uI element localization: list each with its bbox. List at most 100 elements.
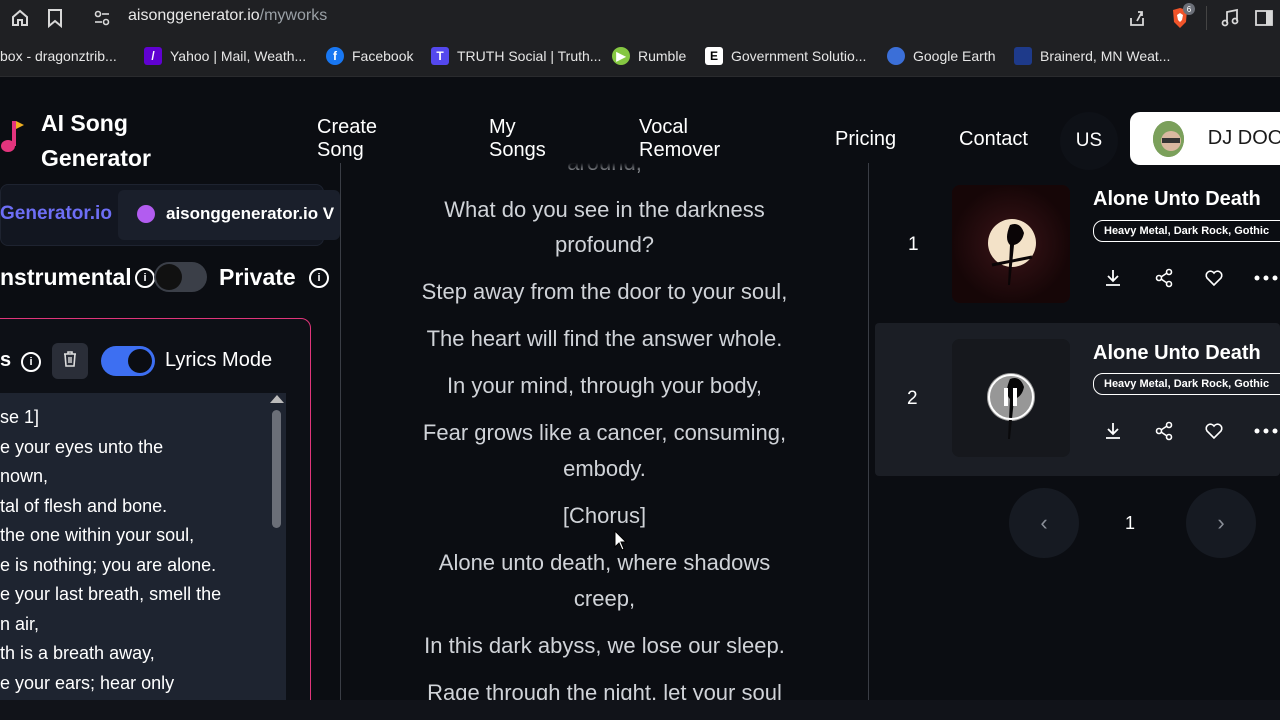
info-icon[interactable]: i bbox=[21, 352, 41, 372]
lyrics-viewer: around, What do you see in the darkness … bbox=[341, 163, 868, 700]
clear-lyrics-button[interactable] bbox=[52, 343, 88, 379]
more-icon[interactable] bbox=[1254, 266, 1278, 290]
lyrics-line: e your eyes unto the bbox=[0, 437, 164, 457]
info-icon[interactable]: i bbox=[135, 268, 155, 288]
lyrics-line: nown, bbox=[0, 466, 49, 486]
browser-toolbar: aisonggenerator.io/myworks 6 bbox=[0, 0, 1280, 36]
share-icon[interactable] bbox=[1152, 266, 1176, 290]
logo-line-2: Generator bbox=[41, 145, 151, 171]
language-selector[interactable]: US bbox=[1060, 112, 1118, 170]
nav-create-line-2: Song bbox=[317, 139, 364, 161]
nav-contact[interactable]: Contact bbox=[959, 128, 1028, 151]
lyrics-display-line: The heart will find the answer whole. bbox=[426, 326, 783, 351]
mouse-cursor-icon bbox=[614, 529, 628, 557]
nav-vocal-line-2: Remover bbox=[639, 139, 721, 161]
bookmark-item[interactable]: box - dragonztrib... bbox=[0, 36, 117, 76]
bookmark-item[interactable]: Brainerd, MN Weat... bbox=[1014, 36, 1170, 76]
tab-other-label: aisonggenerator.io V bbox=[166, 204, 335, 223]
bookmark-label: box - dragonztrib... bbox=[0, 48, 117, 64]
heart-icon[interactable] bbox=[1202, 266, 1226, 290]
toggle-knob bbox=[156, 264, 182, 290]
prev-page-button[interactable]: ‹ bbox=[1009, 488, 1079, 558]
toggle-knob bbox=[128, 349, 152, 373]
site-settings-icon[interactable] bbox=[90, 6, 114, 30]
chevron-right-icon: › bbox=[1217, 510, 1225, 535]
download-icon[interactable] bbox=[1101, 266, 1125, 290]
media-icon[interactable] bbox=[1218, 6, 1242, 30]
nav-mysongs-line-2: Songs bbox=[489, 139, 546, 161]
tab-dot-icon bbox=[137, 205, 155, 223]
pause-icon[interactable] bbox=[1004, 388, 1018, 411]
song-title[interactable]: Alone Unto Death bbox=[1093, 188, 1261, 211]
scrollbar-thumb[interactable] bbox=[272, 410, 281, 528]
nav-my-songs[interactable]: My Songs bbox=[489, 116, 546, 162]
lyrics-line: se 1] bbox=[0, 407, 40, 427]
lyrics-display-line: In this dark abyss, we lose our sleep. bbox=[424, 633, 785, 658]
avatar bbox=[1153, 120, 1184, 157]
nav-create-line-1: Create bbox=[317, 116, 378, 138]
bookmark-label: Rumble bbox=[638, 48, 687, 64]
nav-create-song[interactable]: Create Song bbox=[317, 116, 377, 162]
bookmark-label: Brainerd, MN Weat... bbox=[1040, 48, 1171, 64]
address-bar[interactable]: aisonggenerator.io/myworks bbox=[128, 7, 327, 25]
instrumental-label: nstrumental bbox=[0, 264, 132, 290]
fade-overlay bbox=[341, 163, 868, 175]
lyrics-line: the one within your soul, bbox=[0, 525, 195, 545]
sidebar-icon[interactable] bbox=[1252, 6, 1276, 30]
next-page-button[interactable]: › bbox=[1186, 488, 1256, 558]
current-page[interactable]: 1 bbox=[1125, 513, 1135, 534]
more-icon[interactable] bbox=[1254, 419, 1278, 443]
yahoo-icon: / bbox=[144, 47, 162, 65]
song-cover[interactable] bbox=[952, 185, 1070, 303]
download-icon[interactable] bbox=[1101, 419, 1125, 443]
nav-pricing[interactable]: Pricing bbox=[835, 128, 896, 151]
instrumental-toggle[interactable] bbox=[154, 262, 207, 292]
lyrics-line: e your last breath, smell the bbox=[0, 584, 222, 604]
song-title[interactable]: Alone Unto Death bbox=[1093, 342, 1261, 365]
lyrics-display-line: Alone unto death, where shadows bbox=[438, 550, 771, 575]
lyrics-label: s bbox=[0, 349, 12, 371]
nav-vocal-line-1: Vocal bbox=[639, 116, 688, 138]
lyrics-display-line: Fear grows like a cancer, consuming, bbox=[422, 420, 787, 445]
bookmark-label: Facebook bbox=[352, 48, 414, 64]
bookmark-item[interactable]: ▶ Rumble bbox=[612, 36, 686, 76]
info-icon[interactable]: i bbox=[309, 268, 329, 288]
bookmark-item[interactable]: T TRUTH Social | Truth... bbox=[431, 36, 601, 76]
chevron-left-icon: ‹ bbox=[1040, 510, 1048, 535]
music-logo-icon[interactable] bbox=[0, 116, 24, 156]
lyrics-mode-label: Lyrics Mode bbox=[165, 349, 273, 371]
logo-line-1: AI Song bbox=[41, 110, 128, 136]
heart-icon[interactable] bbox=[1202, 419, 1226, 443]
nav-vocal-remover[interactable]: Vocal Remover bbox=[639, 116, 720, 162]
bookmark-icon[interactable] bbox=[43, 6, 67, 30]
bookmark-item[interactable]: E Government Solutio... bbox=[705, 36, 866, 76]
song-index: 1 bbox=[908, 234, 919, 255]
extension-badge: 6 bbox=[1183, 3, 1195, 15]
private-label: Private bbox=[219, 264, 296, 290]
song-index: 2 bbox=[907, 388, 918, 409]
lyrics-line: th is a breath away, bbox=[0, 643, 155, 663]
facebook-icon: f bbox=[326, 47, 344, 65]
bookmark-item[interactable]: / Yahoo | Mail, Weath... bbox=[144, 36, 306, 76]
nav-mysongs-line-1: My bbox=[489, 116, 516, 138]
share-icon[interactable] bbox=[1125, 6, 1149, 30]
user-menu[interactable]: DJ DOOM bbox=[1130, 112, 1280, 165]
bookmark-label: Yahoo | Mail, Weath... bbox=[170, 48, 307, 64]
weather-icon bbox=[1014, 47, 1032, 65]
scroll-up-arrow[interactable] bbox=[270, 395, 284, 403]
bookmark-item[interactable]: f Facebook bbox=[326, 36, 413, 76]
lyrics-input[interactable]: se 1] e your eyes unto the nown, tal of … bbox=[0, 393, 286, 700]
tab-brand[interactable]: Generator.io bbox=[0, 203, 112, 225]
bookmark-label: Government Solutio... bbox=[731, 48, 867, 64]
bookmark-item[interactable]: Google Earth bbox=[887, 36, 996, 76]
rumble-icon: ▶ bbox=[612, 47, 630, 65]
site-logo[interactable]: AI Song Generator bbox=[41, 106, 151, 176]
lyrics-line: n air, bbox=[0, 614, 40, 634]
bookmarks-bar: box - dragonztrib... / Yahoo | Mail, Weat… bbox=[0, 36, 1280, 77]
trash-icon bbox=[62, 350, 78, 373]
lyrics-line: e is nothing; you are alone. bbox=[0, 555, 217, 575]
share-icon[interactable] bbox=[1152, 419, 1176, 443]
lyrics-display-line: Step away from the door to your soul, bbox=[421, 279, 788, 304]
lyrics-mode-toggle[interactable] bbox=[101, 346, 155, 376]
home-icon[interactable] bbox=[8, 6, 32, 30]
